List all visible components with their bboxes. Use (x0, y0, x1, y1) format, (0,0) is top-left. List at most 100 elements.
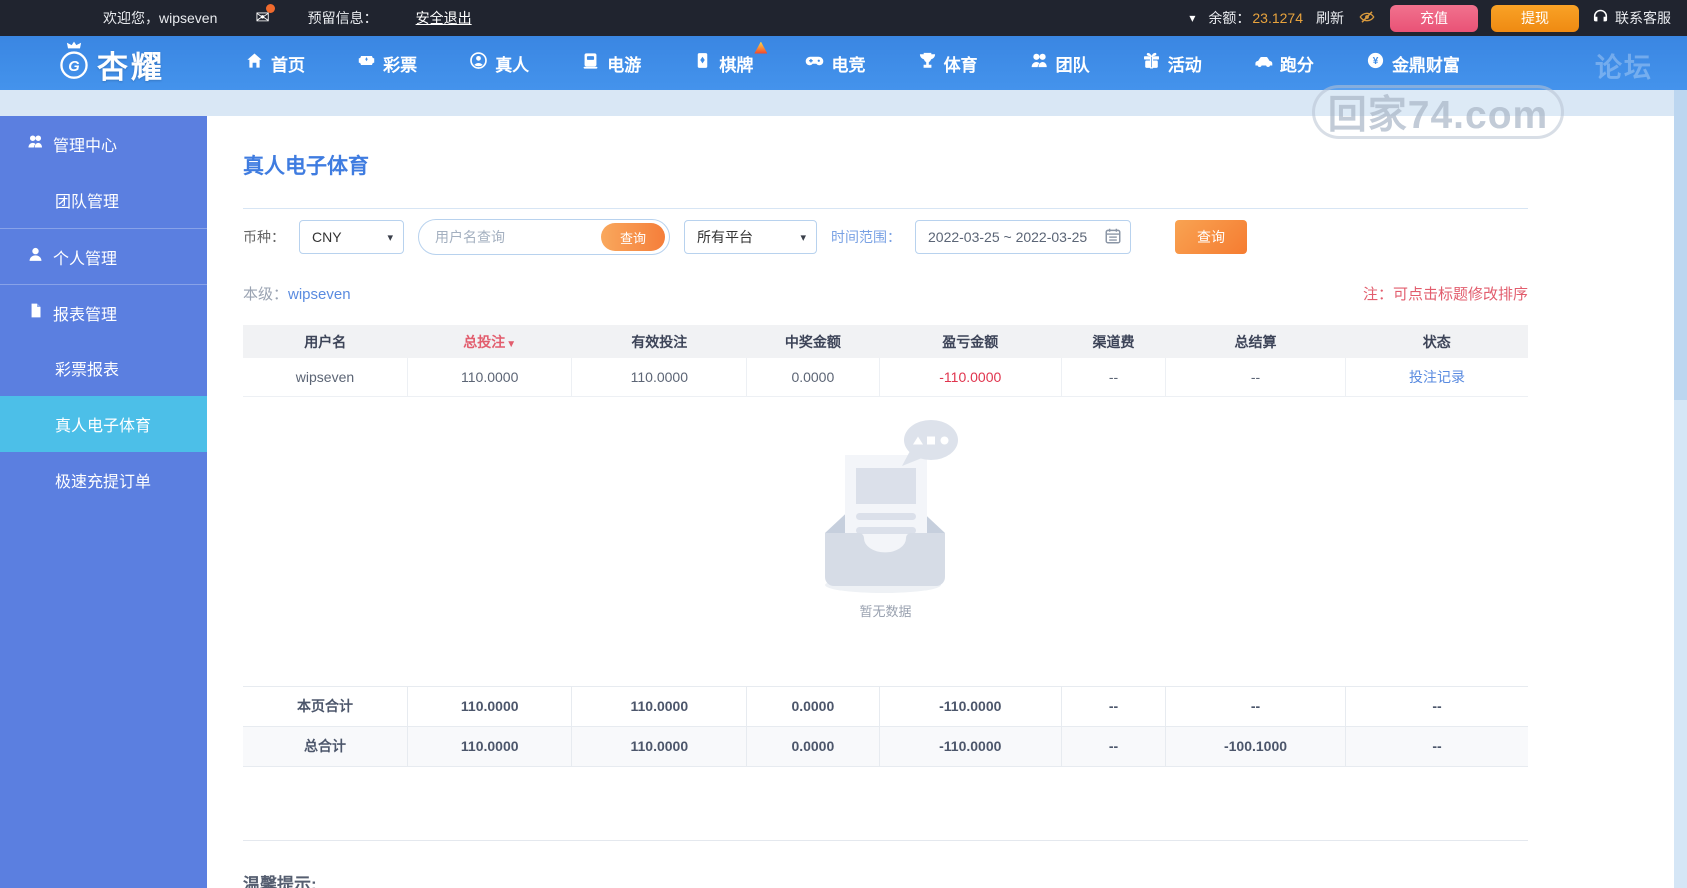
esports-icon (805, 51, 824, 75)
chevron-down-icon[interactable]: ▾ (1189, 11, 1195, 25)
daterange-input[interactable]: 2022-03-25 ~ 2022-03-25 (915, 220, 1131, 254)
empty-inbox-illustration (803, 413, 968, 595)
search-button[interactable]: 查询 (1175, 220, 1247, 254)
table-cell: 0.0000 (747, 358, 879, 396)
column-header[interactable]: 盈亏金额 (879, 325, 1061, 358)
nav-item-live[interactable]: 真人 (469, 51, 529, 76)
svg-text:¥: ¥ (1373, 56, 1379, 67)
hot-badge-icon (754, 42, 767, 54)
nav-item-label: 棋牌 (719, 51, 753, 76)
activity-icon (1142, 51, 1161, 75)
sidebar-item[interactable]: 报表管理 (0, 284, 207, 340)
scrollbar[interactable] (1674, 90, 1687, 888)
inline-search-button[interactable]: 查询 (601, 223, 665, 251)
chevron-down-icon: ▾ (800, 231, 806, 244)
navbar: G 杏耀 首页彩票真人电游棋牌电竞体育团队活动跑分¥金鼎财富 论坛 (0, 36, 1687, 90)
headset-icon (1592, 8, 1609, 28)
nav-item-team[interactable]: 团队 (1030, 51, 1090, 76)
brand-name: 杏耀 (97, 42, 165, 87)
sidebar-item[interactable]: 团队管理 (0, 172, 207, 228)
bet-record-link[interactable]: 投注记录 (1345, 358, 1528, 396)
level-label: 本级： (243, 286, 288, 303)
table-cell: -- (1166, 358, 1346, 396)
total-cell: 110.0000 (407, 726, 571, 766)
total-cell: 110.0000 (572, 726, 747, 766)
table-cell: -110.0000 (879, 358, 1061, 396)
topbar-left: 欢迎您，wipseven ✉ 预留信息： 安全退出 (103, 8, 472, 28)
nav-item-label: 体育 (944, 51, 978, 76)
logout-link[interactable]: 安全退出 (416, 8, 472, 28)
empty-state: 暂无数据 (243, 413, 1528, 686)
divider (243, 840, 1528, 841)
sports-icon (918, 51, 937, 75)
eye-off-icon[interactable] (1357, 9, 1377, 28)
recharge-button[interactable]: 充值 (1390, 5, 1478, 32)
total-cell: 110.0000 (407, 686, 571, 726)
level-user-link[interactable]: wipseven (288, 286, 351, 303)
username-input[interactable] (435, 229, 585, 245)
egame-icon (581, 51, 600, 75)
sidebar-item[interactable]: 管理中心 (0, 116, 207, 172)
column-header[interactable]: 总结算 (1166, 325, 1346, 358)
column-header[interactable]: 中奖金额 (747, 325, 879, 358)
nav-item-esports[interactable]: 电竞 (805, 51, 865, 76)
crown-badge-icon: G (56, 40, 92, 89)
column-header[interactable]: 总投注▼ (407, 325, 571, 358)
sidebar-item-label: 真人电子体育 (55, 412, 151, 436)
report-icon (27, 302, 44, 324)
sidebar: 管理中心团队管理个人管理报表管理彩票报表真人电子体育极速充提订单 (0, 116, 207, 888)
withdraw-button[interactable]: 提现 (1491, 5, 1579, 32)
sidebar-item-label: 极速充提订单 (55, 468, 151, 492)
sidebar-item-label: 报表管理 (53, 301, 117, 325)
nav-item-board[interactable]: 棋牌 (693, 51, 753, 76)
nav-item-egame[interactable]: 电游 (581, 51, 641, 76)
nav-item-activity[interactable]: 活动 (1142, 51, 1202, 76)
sidebar-item-label: 团队管理 (55, 188, 119, 212)
notification-dot (266, 4, 275, 13)
nav-item-paofen[interactable]: 跑分 (1254, 51, 1314, 76)
nav-item-label: 电游 (607, 51, 641, 76)
currency-select[interactable]: CNY ▾ (299, 220, 404, 254)
calendar-icon (1104, 227, 1122, 248)
sidebar-item-active[interactable]: 真人电子体育 (0, 396, 207, 452)
sidebar-item[interactable]: 彩票报表 (0, 340, 207, 396)
svg-text:G: G (68, 59, 79, 75)
column-header[interactable]: 用户名 (243, 325, 407, 358)
total-cell: -110.0000 (879, 686, 1061, 726)
nav-item-lottery[interactable]: 彩票 (357, 51, 417, 76)
scrollbar-thumb[interactable] (1674, 90, 1687, 400)
sidebar-item[interactable]: 极速充提订单 (0, 452, 207, 508)
total-cell: 0.0000 (747, 686, 879, 726)
grand-total-row: 总合计110.0000110.00000.0000-110.0000---100… (243, 726, 1528, 766)
empty-text: 暂无数据 (243, 601, 1528, 620)
refresh-link[interactable]: 刷新 (1316, 8, 1344, 28)
daterange-value: 2022-03-25 ~ 2022-03-25 (928, 229, 1087, 245)
nav-menu: 首页 彩票 真人 电游 棋牌 电竞 体育 团队 活动 跑分 ¥金鼎财富 (245, 36, 1460, 90)
contact-support-link[interactable]: 联系客服 (1592, 8, 1671, 28)
filter-bar: 币种： CNY ▾ 查询 所有平台 ▾ 时间范围： 2022-03-25 ~ 2… (243, 219, 1247, 255)
level-row: 本级：wipseven 注：可点击标题修改排序 (243, 283, 1528, 304)
platform-select[interactable]: 所有平台 ▾ (684, 220, 817, 254)
mail-icon[interactable]: ✉ (255, 8, 269, 28)
nav-item-home[interactable]: 首页 (245, 51, 305, 76)
nav-item-wealth[interactable]: ¥金鼎财富 (1366, 51, 1460, 76)
column-header[interactable]: 状态 (1345, 325, 1528, 358)
total-cell: 110.0000 (572, 686, 747, 726)
sidebar-item-label: 彩票报表 (55, 356, 119, 380)
page-total-row: 本页合计110.0000110.00000.0000-110.0000-----… (243, 686, 1528, 726)
tips-heading: 温馨提示: (243, 870, 317, 888)
topbar: 欢迎您，wipseven ✉ 预留信息： 安全退出 ▾ 余额：23.1274 刷… (0, 0, 1687, 36)
column-header[interactable]: 有效投注 (572, 325, 747, 358)
table-cell: 110.0000 (572, 358, 747, 396)
platform-select-value: 所有平台 (697, 227, 753, 247)
brand-logo[interactable]: G 杏耀 (56, 40, 165, 89)
nav-item-sports[interactable]: 体育 (918, 51, 978, 76)
sort-desc-icon: ▼ (506, 339, 516, 350)
total-cell: -- (1062, 686, 1166, 726)
total-cell: 0.0000 (747, 726, 879, 766)
sidebar-item[interactable]: 个人管理 (0, 228, 207, 284)
board-icon (693, 51, 712, 75)
column-header[interactable]: 渠道费 (1062, 325, 1166, 358)
table-cell: 110.0000 (407, 358, 571, 396)
nav-item-label: 活动 (1168, 51, 1202, 76)
